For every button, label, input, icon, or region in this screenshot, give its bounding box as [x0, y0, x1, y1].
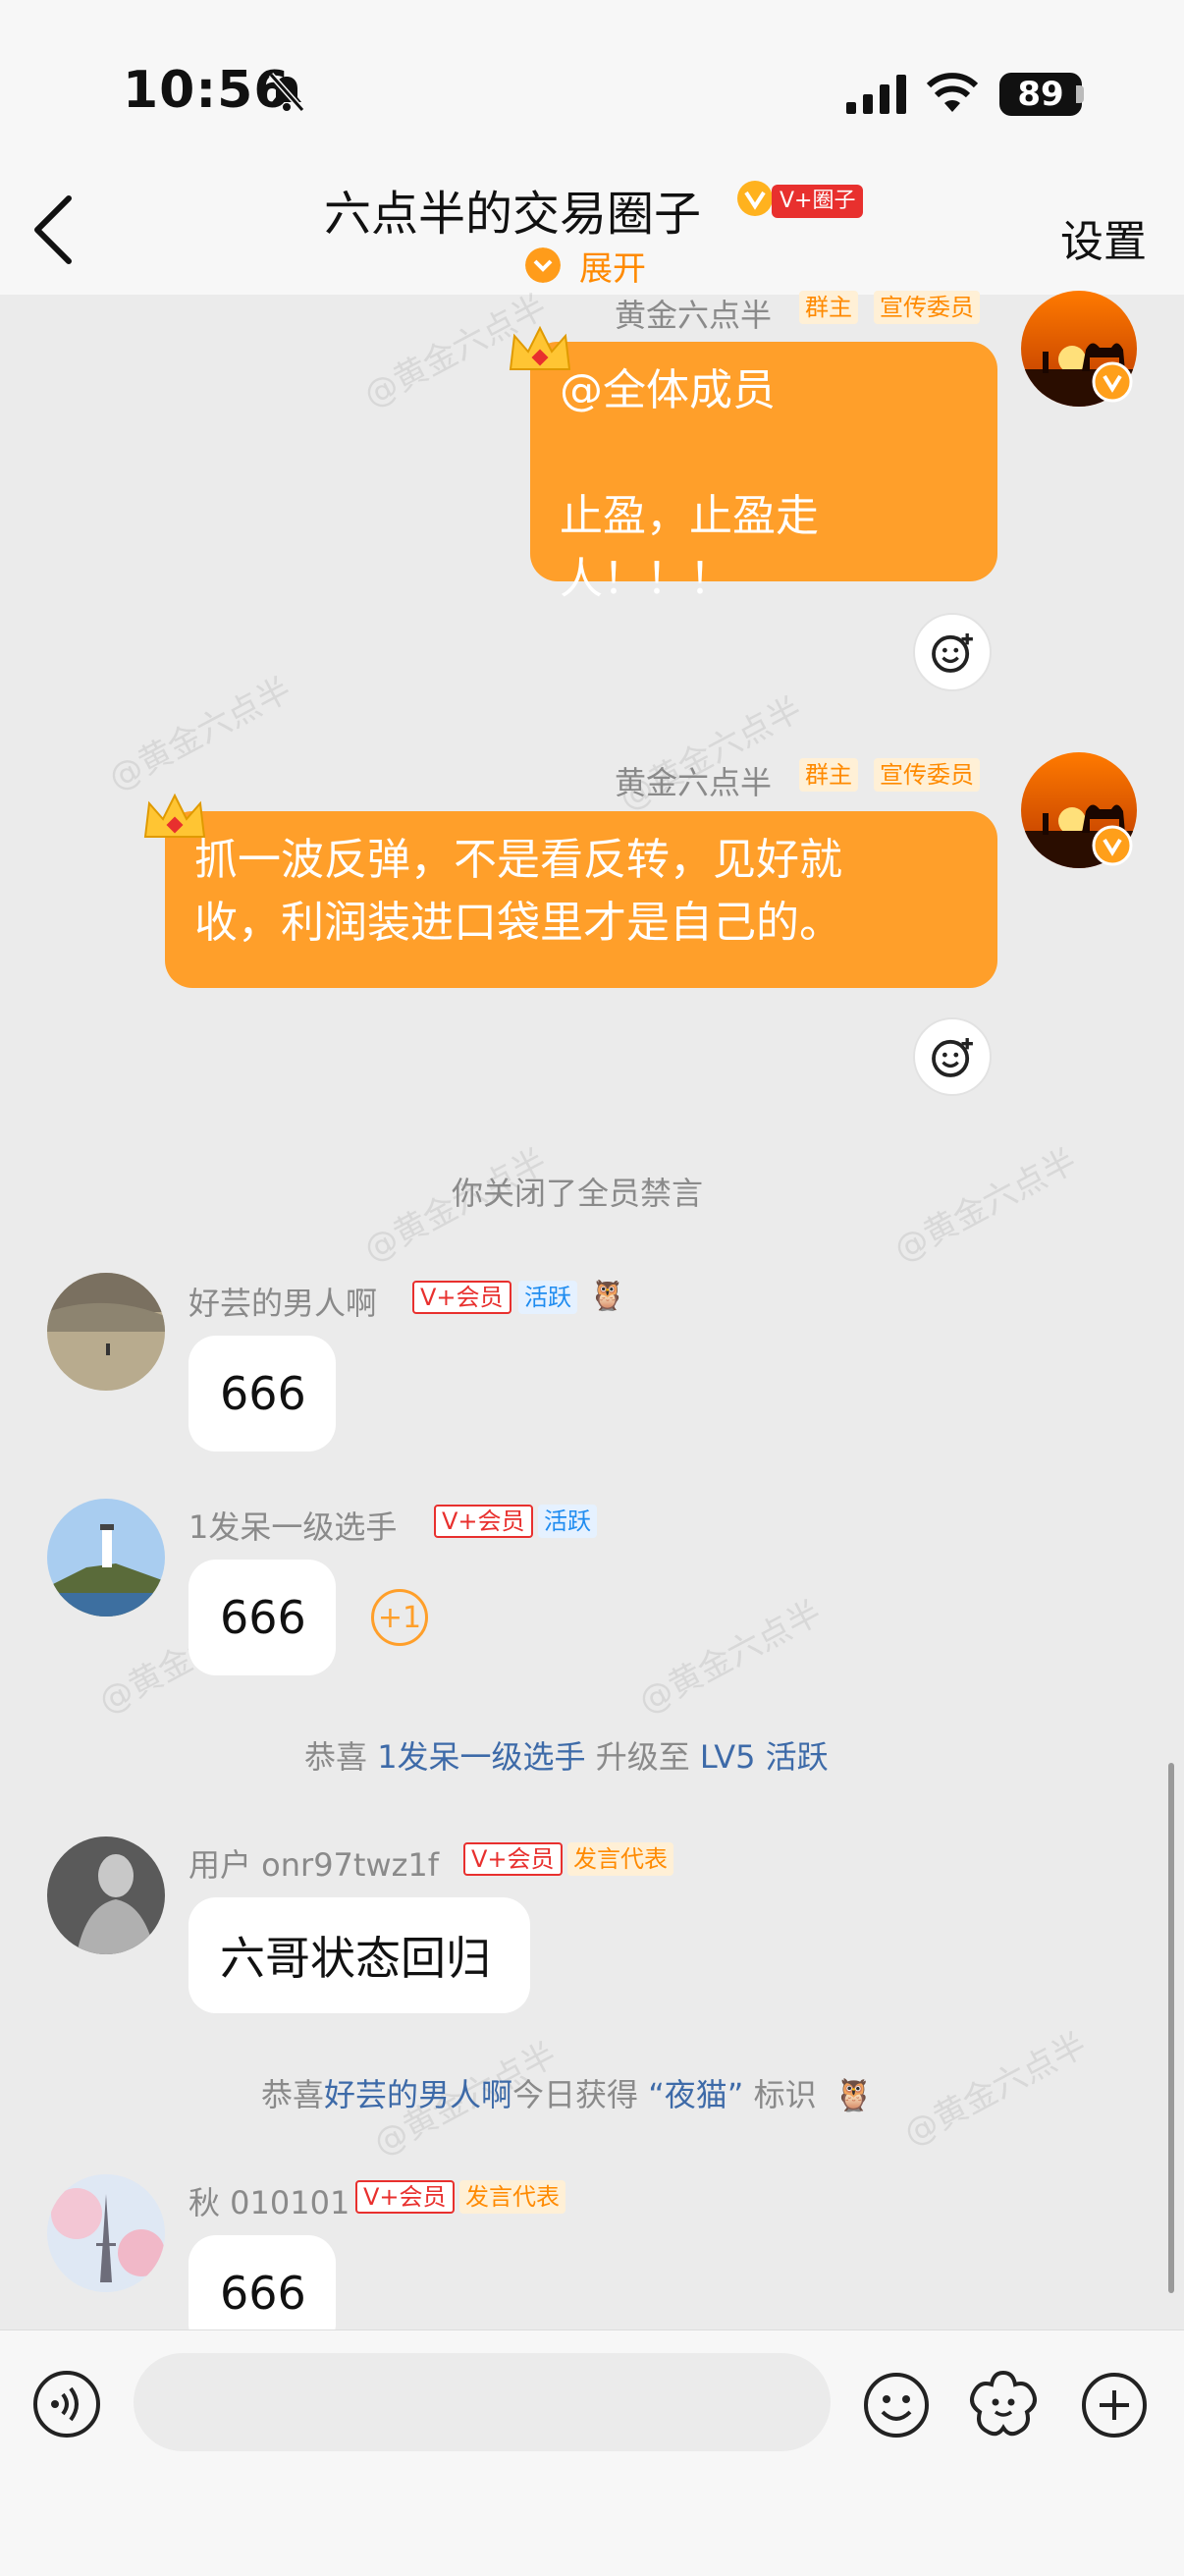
crown-icon	[509, 325, 571, 370]
message-bubble[interactable]: 666	[188, 1336, 336, 1452]
notice-text: 标识	[743, 2076, 817, 2113]
notice-text: 今日获得	[512, 2076, 649, 2113]
avatar[interactable]	[47, 1273, 165, 1391]
sender-name: 1发呆一级选手	[188, 1508, 398, 1546]
add-reaction-icon[interactable]	[913, 1017, 992, 1096]
watermark: @黄金六点半	[632, 1593, 829, 1723]
message-line: 收，利润装进口袋里才是自己的。	[194, 898, 842, 948]
role-tag: 发言代表	[567, 1842, 673, 1876]
signal-icon	[846, 75, 906, 114]
message-bubble[interactable]: @全体成员 止盈，止盈走人！！！	[530, 342, 997, 604]
vip-tag: V+会员	[463, 1842, 563, 1876]
watermark: @黄金六点半	[102, 670, 298, 799]
expand-button[interactable]: 展开	[579, 242, 646, 290]
sender-name: 用户 onr97twz1f	[188, 1846, 440, 1884]
owl-icon: 🦉	[834, 2076, 874, 2113]
active-tag: 活跃	[538, 1505, 597, 1538]
scrollbar[interactable]	[1168, 1763, 1174, 2293]
back-arrow-icon[interactable]	[29, 192, 79, 267]
wifi-icon	[926, 73, 979, 112]
plus-one-button[interactable]: +1	[371, 1589, 428, 1646]
system-notice: 你关闭了全员禁言	[452, 1175, 704, 1212]
verified-badge-icon	[1092, 825, 1133, 866]
battery-indicator: 89	[999, 73, 1082, 116]
add-reaction-icon[interactable]	[913, 613, 992, 691]
battery-tip	[1076, 85, 1084, 103]
user-link[interactable]: 1发呆一级选手	[377, 1738, 585, 1776]
notice-text: 恭喜	[304, 1738, 378, 1776]
sender-name: 黄金六点半	[615, 297, 773, 334]
vip-tag: V+会员	[412, 1281, 511, 1314]
settings-button[interactable]: 设置	[1060, 206, 1147, 269]
watermark: @黄金六点半	[897, 2025, 1094, 2155]
message-input[interactable]	[134, 2353, 831, 2451]
message-bubble[interactable]: 六哥状态回归	[188, 1897, 530, 2013]
sticker-icon[interactable]	[966, 2367, 1041, 2441]
role-tag: 宣传委员	[874, 291, 980, 324]
active-tag: 活跃	[518, 1281, 577, 1314]
vip-tag: V+会员	[355, 2180, 455, 2214]
level-link: LV5 活跃	[699, 1738, 829, 1776]
page-title: 六点半的交易圈子	[324, 187, 702, 242]
sender-name: 好芸的男人啊	[188, 1285, 378, 1322]
avatar[interactable]	[47, 2174, 165, 2292]
message-bubble[interactable]: 抓一波反弹，不是看反转，见好就 收，利润装进口袋里才是自己的。	[165, 811, 997, 988]
owner-tag: 群主	[799, 758, 858, 792]
crown-icon	[143, 793, 206, 838]
emoji-icon[interactable]	[862, 2371, 931, 2439]
user-link[interactable]: 好芸的男人啊	[324, 2076, 512, 2113]
bell-muted-icon	[268, 73, 305, 112]
message-line: @全体成员	[560, 365, 776, 415]
watermark: @黄金六点半	[888, 1141, 1084, 1271]
message-line: 止盈，止盈走人！！！	[560, 491, 819, 604]
mark-name: “夜猫”	[648, 2076, 744, 2113]
chevron-down-icon[interactable]	[525, 247, 561, 283]
notice-text: 恭喜	[261, 2076, 325, 2113]
role-tag: 宣传委员	[874, 758, 980, 792]
role-tag: 发言代表	[459, 2180, 565, 2214]
plus-icon[interactable]	[1080, 2371, 1149, 2439]
owner-tag: 群主	[799, 291, 858, 324]
system-notice: 恭喜 1发呆一级选手 升级至 LV5 活跃	[304, 1732, 829, 1778]
notice-text: 升级至	[585, 1738, 700, 1776]
avatar[interactable]	[47, 1499, 165, 1617]
voice-icon[interactable]	[31, 2369, 102, 2439]
owl-icon: 🦉	[589, 1279, 626, 1313]
message-line: 抓一波反弹，不是看反转，见好就	[194, 835, 842, 885]
avatar[interactable]	[47, 1836, 165, 1954]
crown-badge-icon	[737, 181, 773, 216]
system-notice: 恭喜好芸的男人啊今日获得 “夜猫” 标识 🦉	[261, 2070, 873, 2115]
message-bubble[interactable]: 666	[188, 1560, 336, 1675]
circle-badge: V+圈子	[772, 185, 864, 218]
vip-tag: V+会员	[434, 1505, 533, 1538]
sender-name: 黄金六点半	[615, 764, 773, 801]
verified-badge-icon	[1092, 361, 1133, 403]
sender-name: 秋 010101	[188, 2184, 350, 2221]
